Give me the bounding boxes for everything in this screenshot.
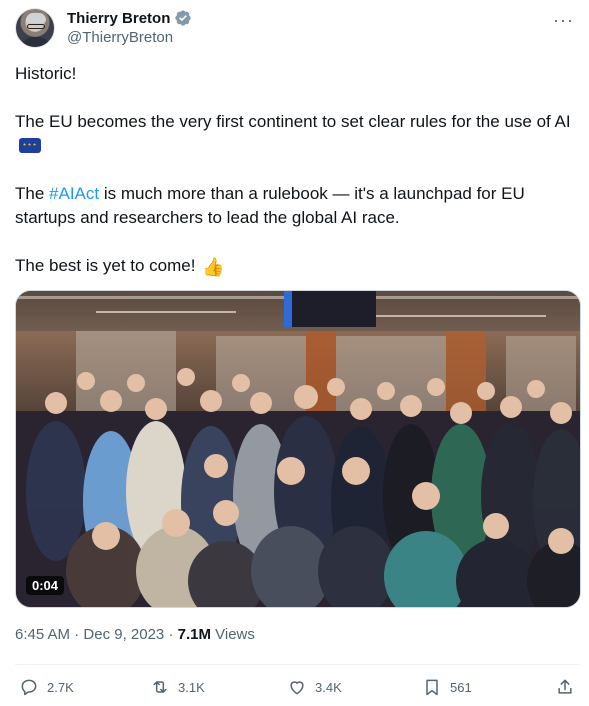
repost-icon	[153, 681, 167, 693]
hashtag-link[interactable]: #AIAct	[49, 184, 99, 203]
tweet-date[interactable]: Dec 9, 2023	[83, 626, 164, 643]
tweet-text: Historic! The EU becomes the very first …	[15, 62, 575, 303]
like-count: 3.4K	[315, 679, 342, 695]
tweet-line-3: The #AIAct is much more than a rulebook …	[15, 182, 575, 230]
tweet-time[interactable]: 6:45 AM	[15, 626, 70, 643]
views-label: Views	[210, 626, 255, 643]
author-display-name[interactable]: Thierry Breton	[67, 10, 170, 27]
bookmark-button[interactable]: 561	[422, 677, 472, 697]
tweet-line-2: The EU becomes the very first continent …	[15, 110, 575, 158]
tweet-header: Thierry Breton @ThierryBreton ···	[15, 8, 580, 50]
thumbs-up-icon: 👍	[202, 257, 225, 277]
meta-separator: ·	[70, 626, 84, 643]
avatar[interactable]	[15, 8, 55, 48]
heart-icon	[290, 681, 304, 695]
eu-flag-icon	[19, 138, 41, 153]
video-player[interactable]: 0:04	[15, 290, 581, 608]
more-options-icon[interactable]: ···	[553, 10, 574, 31]
tweet-actions: 2.7K 3.1K 3.4K 561	[15, 664, 580, 698]
tweet-line-3-pre: The	[15, 184, 50, 203]
video-duration: 0:04	[26, 576, 65, 595]
reply-count: 2.7K	[47, 679, 74, 695]
reply-button[interactable]: 2.7K	[19, 677, 74, 697]
like-button[interactable]: 3.4K	[287, 677, 342, 697]
meta-separator-2: ·	[164, 626, 178, 643]
tweet-meta: 6:45 AM · Dec 9, 2023 · 7.1M Views	[15, 626, 255, 643]
video-thumbnail	[16, 291, 580, 607]
tweet-line-4-text: The best is yet to come!	[15, 256, 196, 275]
views-count[interactable]: 7.1M	[178, 626, 211, 643]
tweet-line-2-text: The EU becomes the very first continent …	[15, 112, 571, 131]
share-button[interactable]	[555, 677, 575, 697]
bookmark-count: 561	[450, 679, 472, 695]
share-icon	[558, 679, 572, 694]
repost-count: 3.1K	[178, 679, 205, 695]
reply-icon	[21, 679, 37, 696]
bookmark-icon	[426, 679, 438, 696]
verified-badge-icon	[174, 9, 192, 27]
author-name-row: Thierry Breton	[67, 9, 192, 27]
author-handle[interactable]: @ThierryBreton	[67, 29, 173, 46]
tweet-line-4: The best is yet to come! 👍	[15, 254, 575, 279]
tweet-line-1: Historic!	[15, 64, 77, 83]
repost-button[interactable]: 3.1K	[150, 677, 205, 697]
